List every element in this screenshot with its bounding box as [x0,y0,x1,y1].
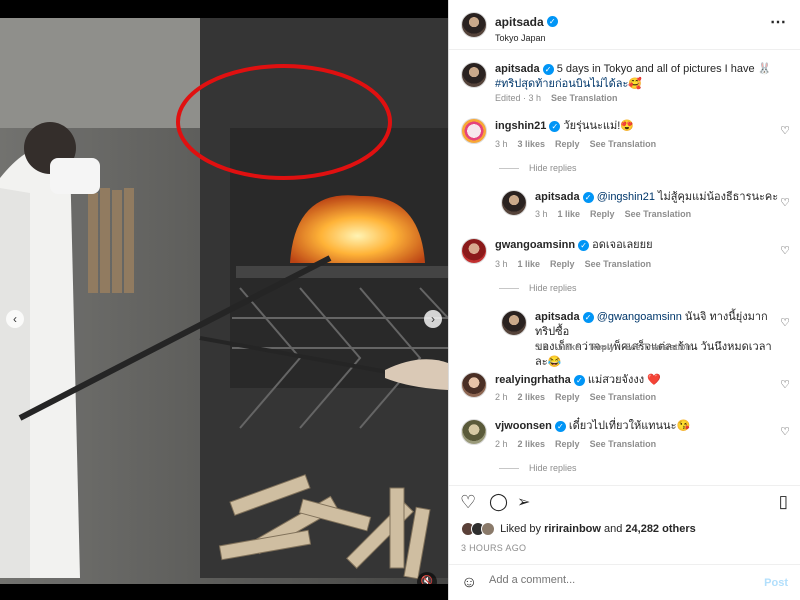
share-icon[interactable]: ➢ [517,492,530,512]
more-horizontal-icon[interactable]: ⋯ [770,12,786,32]
comment-avatar[interactable] [461,419,487,445]
post-timestamp[interactable]: 3 HOURS AGO [461,543,526,553]
reply-item: apitsada ✓ @ingshin21 ไม่สู้คุมแม่น้องธีธ… [535,191,779,203]
author-username[interactable]: apitsada [495,15,544,29]
liker-avatars [461,522,497,536]
comment-item: realyingrhatha ✓ แม่สวยจังงง ❤️ [495,374,661,386]
comment-meta: 3 h3 likes Reply See Translation [495,139,657,149]
heart-icon[interactable]: ♡ [780,124,790,137]
heart-icon[interactable]: ♡ [780,316,790,329]
comment-avatar[interactable] [461,238,487,264]
post-actions: ♡ ◯ ➢ ▯ [449,485,800,515]
liker-username[interactable]: ririrainbow [544,523,601,535]
hide-replies-button[interactable]: Hide replies [499,463,577,473]
next-arrow-icon[interactable]: › [424,310,442,328]
verified-icon: ✓ [573,374,585,386]
post-comment-button[interactable]: Post [764,577,788,589]
verified-icon: ✓ [582,191,594,203]
add-comment-bar: ☺ Post [449,564,800,600]
post-header: apitsada ✓ Tokyo Japan ⋯ [449,0,800,50]
hashtag-link[interactable]: #ทริปสุดท้ายก่อนบินไม่ได้ละ [495,78,628,90]
comment-meta: 2 h2 likes Reply See Translation [495,392,657,402]
comment-item: vjwoonsen ✓ เดี๋ยวไปเที่ยวให้แทนนะ😘 [495,420,691,432]
verified-icon: ✓ [549,120,561,132]
comment-meta: 2 h2 likes Reply See Translation [495,439,657,449]
post-caption: apitsada ✓ 5 days in Tokyo and all of pic… [495,63,772,90]
comment-icon[interactable]: ◯ [489,492,508,512]
likes-summary: Liked by ririrainbow and 24,282 others [461,522,696,536]
comment-meta: 3 h1 like Reply See Translation [495,259,652,269]
comment-avatar[interactable] [461,372,487,398]
comment-input[interactable] [489,574,739,586]
verified-icon: ✓ [582,311,594,323]
heart-icon[interactable]: ♡ [780,196,790,209]
heart-icon[interactable]: ♡ [780,425,790,438]
verified-icon: ✓ [546,16,558,28]
reply-item: apitsada ✓ @gwangoamsinn นันจิ ทางนี้ยุ่ง… [535,311,772,368]
instagram-post-modal: ‹ › 🔇 apitsada ✓ Tokyo Japan ⋯ apitsada ✓ … [0,0,800,600]
comment-item: ingshin21 ✓ วัยรุ่นนะแม่!😍 [495,120,634,132]
likes-count-link[interactable]: 24,282 others [625,523,695,535]
comment-avatar[interactable] [461,118,487,144]
caption-meta: Edited · 3 h See Translation [495,93,618,103]
heart-icon[interactable]: ♡ [780,244,790,257]
see-translation-link[interactable]: See Translation [551,93,618,103]
hide-replies-button[interactable]: Hide replies [499,283,577,293]
previous-arrow-icon[interactable]: ‹ [6,310,24,328]
reply-avatar[interactable] [501,190,527,216]
verified-icon: ✓ [578,239,590,251]
post-sidebar: apitsada ✓ Tokyo Japan ⋯ apitsada ✓ 5 days… [448,0,800,600]
emoji-icon[interactable]: ☺ [461,574,477,592]
hide-replies-button[interactable]: Hide replies [499,163,577,173]
heart-icon[interactable]: ♡ [460,492,476,513]
comment-meta: 3 h1 like Reply See Translation [535,342,692,352]
caption-avatar[interactable] [461,62,487,88]
comment-item: gwangoamsinn ✓ อดเจอเลยยย [495,239,653,251]
verified-icon: ✓ [542,63,554,75]
heart-icon[interactable]: ♡ [780,378,790,391]
comment-meta: 3 h1 like Reply See Translation [535,209,692,219]
post-photo [0,18,448,584]
verified-icon: ✓ [554,420,566,432]
post-location[interactable]: Tokyo Japan [495,33,558,43]
post-media[interactable]: ‹ › 🔇 [0,18,448,584]
author-avatar[interactable] [461,12,487,38]
bookmark-icon[interactable]: ▯ [779,492,788,512]
reply-avatar[interactable] [501,310,527,336]
